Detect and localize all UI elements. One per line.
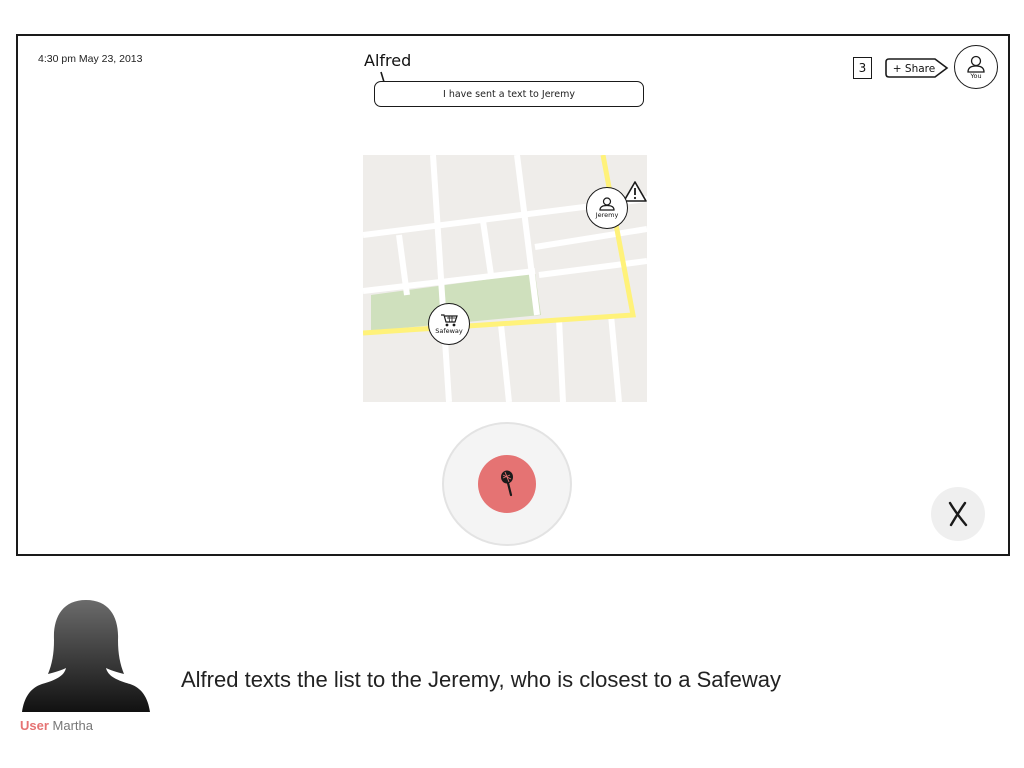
app-frame: 4:30 pm May 23, 2013 Alfred I have sent … <box>16 34 1010 556</box>
count-badge[interactable]: 3 <box>853 57 872 79</box>
you-label: You <box>970 71 982 80</box>
user-name: Martha <box>52 718 94 733</box>
you-avatar[interactable]: You <box>954 45 998 89</box>
map-pin-jeremy[interactable]: Jeremy <box>586 187 628 229</box>
record-button[interactable] <box>442 422 572 546</box>
person-icon <box>967 55 985 73</box>
timestamp: 4:30 pm May 23, 2013 <box>38 53 143 65</box>
count-value: 3 <box>858 61 867 75</box>
user-role: User <box>20 718 49 733</box>
pin-label-safeway: Safeway <box>435 327 463 335</box>
share-button-shape: + Share <box>885 58 949 78</box>
close-button[interactable] <box>931 487 985 541</box>
user-silhouette <box>22 600 150 712</box>
speech-bubble: I have sent a text to Jeremy <box>374 81 644 107</box>
share-button[interactable]: + Share <box>885 58 949 82</box>
map-pin-safeway[interactable]: Safeway <box>428 303 470 345</box>
close-icon <box>948 501 968 527</box>
cart-icon <box>441 314 458 327</box>
message-text: I have sent a text to Jeremy <box>443 88 575 100</box>
share-label: + Share <box>893 63 935 75</box>
record-button-core <box>478 455 536 513</box>
scenario-description: Alfred texts the list to the Jeremy, who… <box>181 667 781 692</box>
pin-label-jeremy: Jeremy <box>595 211 619 219</box>
microphone-icon <box>501 470 513 497</box>
agent-name: Alfred <box>364 51 412 70</box>
person-icon <box>599 197 615 211</box>
user-caption: User Martha <box>20 718 93 733</box>
